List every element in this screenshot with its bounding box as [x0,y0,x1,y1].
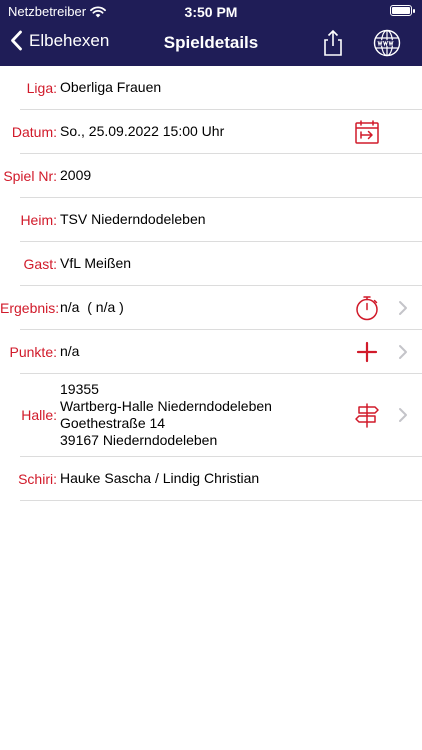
ergebnis-label: Ergebnis: [0,299,60,316]
page-title: Spieldetails [163,33,259,52]
details-list: Liga: Oberliga Frauen Datum: So., 25.09.… [0,66,422,501]
row-gast: Gast: VfL Meißen [20,242,422,286]
calendar-export-icon[interactable] [354,119,380,145]
halle-label: Halle: [21,407,57,423]
row-punkte[interactable]: Punkte: n/a [10,330,422,374]
row-spielnr: Spiel Nr: 2009 [3,154,422,198]
row-ergebnis[interactable]: Ergebnis: n/a ( n/a ) [0,286,422,330]
row-datum: Datum: So., 25.09.2022 15:00 Uhr [12,110,422,154]
schiri-label: Schiri: [18,470,57,487]
stopwatch-icon[interactable] [354,295,380,321]
globe-www-icon[interactable] [372,28,402,58]
status-bar: Netzbetreiber 3:50 PM [0,0,422,22]
spielnr-value: 2009 [60,167,92,183]
halle-city: 39167 Niederndodeleben [60,432,218,448]
clock: 3:50 PM [184,4,238,20]
punkte-label: Punkte: [9,343,57,360]
datum-label: Datum: [11,123,57,140]
row-halle[interactable]: Halle: 19355 Wartberg-Halle Niederndodel… [20,374,422,457]
liga-label: Liga: [26,79,57,96]
row-heim: Heim: TSV Niederndodeleben [20,198,422,242]
share-icon[interactable] [318,28,348,58]
top-bar: Netzbetreiber 3:50 PM Elbehexen Spieldet… [0,0,422,66]
liga-value: Oberliga Frauen [60,79,162,95]
signpost-icon[interactable] [354,402,380,428]
navigation-bar: Elbehexen Spieldetails [0,22,422,66]
gast-value: VfL Meißen [60,255,132,271]
heim-label: Heim: [20,211,57,228]
row-schiri: Schiri: Hauke Sascha / Lindig Christian [18,457,422,501]
chevron-right-icon [399,300,407,315]
halle-id: 19355 [60,381,99,397]
schiri-value: Hauke Sascha / Lindig Christian [60,470,260,486]
spielnr-label: Spiel Nr: [3,167,57,184]
chevron-right-icon [399,344,407,359]
row-liga: Liga: Oberliga Frauen [20,66,422,110]
battery-icon [390,5,415,16]
heim-value: TSV Niederndodeleben [60,211,206,227]
gast-label: Gast: [23,255,57,272]
chevron-right-icon [399,408,407,422]
plus-icon[interactable] [354,339,380,365]
